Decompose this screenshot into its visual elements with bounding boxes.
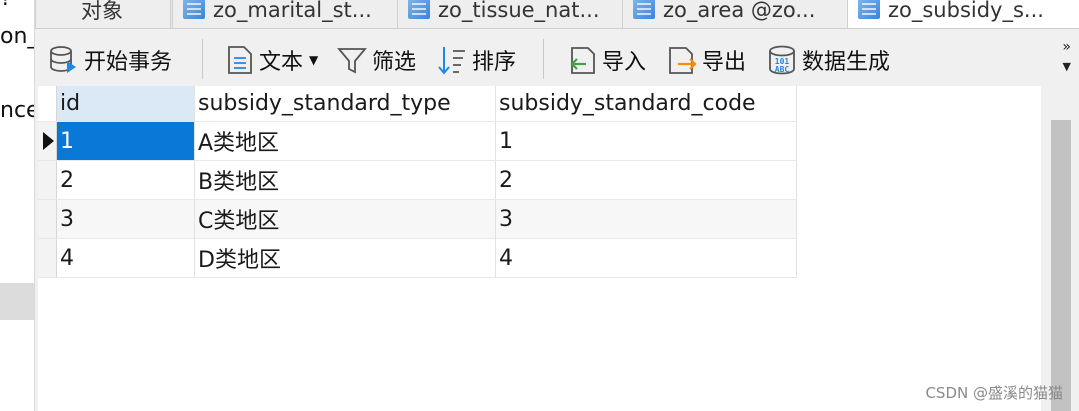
grid-cell[interactable]: 4: [495, 238, 797, 278]
column-header-subsidy-standard-type[interactable]: subsidy_standard_type: [194, 86, 496, 122]
editor-area: 对象 zo_marital_st... zo_tissue_nat... zo_…: [35, 0, 1079, 411]
scrollbar-thumb[interactable]: [1051, 120, 1071, 411]
import-label: 导入: [602, 50, 647, 75]
tab-objects[interactable]: 对象: [35, 0, 171, 28]
table-icon: [633, 0, 655, 19]
table-row[interactable]: 3 C类地区 3: [38, 199, 797, 239]
grid-cell[interactable]: 2: [495, 160, 797, 200]
row-indicator[interactable]: [38, 199, 57, 239]
export-button[interactable]: 导出: [666, 43, 746, 77]
export-label: 导出: [702, 50, 747, 75]
data-grid[interactable]: id subsidy_standard_type subsidy_standar…: [38, 86, 1041, 411]
grid-cell[interactable]: 3: [56, 199, 195, 239]
tree-selected-item[interactable]: [0, 283, 34, 320]
grid-cell[interactable]: C类地区: [194, 199, 496, 239]
filter-button[interactable]: 筛选: [336, 43, 416, 77]
tab-label: zo_subsidy_s...: [888, 0, 1044, 22]
import-button[interactable]: 导入: [566, 43, 646, 77]
document-icon: [228, 46, 252, 74]
grid-cell[interactable]: 1: [495, 121, 797, 161]
tab-zo-subsidy[interactable]: zo_subsidy_s...: [847, 0, 1079, 28]
grid-cell[interactable]: B类地区: [194, 160, 496, 200]
table-row[interactable]: 1 A类地区 1: [38, 121, 797, 161]
sort-label: 排序: [472, 50, 517, 75]
begin-transaction-button[interactable]: 开始事务: [48, 43, 172, 77]
table-icon: [858, 0, 880, 19]
caret-down-icon[interactable]: ▼: [309, 53, 318, 67]
tab-zo-tissue[interactable]: zo_tissue_nat...: [397, 0, 623, 28]
import-icon: [570, 47, 595, 74]
begin-transaction-label: 开始事务: [84, 50, 173, 75]
table-row[interactable]: 2 B类地区 2: [38, 160, 797, 200]
watermark: CSDN @盛溪的猫猫: [925, 384, 1063, 402]
tab-bar: 对象 zo_marital_st... zo_tissue_nat... zo_…: [35, 0, 1079, 29]
text-view-button[interactable]: 文本 ▼: [225, 43, 318, 77]
tab-label: zo_tissue_nat...: [438, 0, 600, 22]
grid-cell[interactable]: A类地区: [194, 121, 496, 161]
tab-label: zo_area @zo...: [663, 0, 816, 22]
object-tree-panel[interactable]: ? on_s nce_: [0, 0, 35, 411]
sort-button[interactable]: 排序: [436, 43, 516, 77]
tab-label: zo_marital_st...: [213, 0, 372, 22]
generate-data-button[interactable]: 101 ABC 数据生成: [766, 43, 890, 77]
double-chevron-right-icon[interactable]: »: [1062, 37, 1071, 57]
vertical-scrollbar[interactable]: [1044, 86, 1079, 411]
sort-icon: [438, 47, 465, 75]
grid-cell[interactable]: 4: [56, 238, 195, 278]
grid-cell[interactable]: D类地区: [194, 238, 496, 278]
row-indicator[interactable]: [38, 121, 57, 161]
tree-item[interactable]: ?: [0, 0, 12, 11]
generate-data-label: 数据生成: [802, 50, 891, 75]
column-header-id[interactable]: id: [56, 86, 195, 122]
toolbar-overflow[interactable]: » ▼: [1062, 37, 1071, 77]
row-indicator[interactable]: [38, 160, 57, 200]
toolbar-divider: [543, 39, 544, 79]
toolbar-divider: [202, 39, 203, 79]
current-row-arrow-icon: [43, 132, 54, 150]
table-row[interactable]: 4 D类地区 4: [38, 238, 797, 278]
row-indicator[interactable]: [38, 238, 57, 278]
grid-cell[interactable]: 3: [495, 199, 797, 239]
header-row: id subsidy_standard_type subsidy_standar…: [38, 86, 797, 122]
database-icon: [50, 46, 76, 73]
caret-down-icon[interactable]: ▼: [1062, 57, 1071, 77]
column-header-subsidy-standard-code[interactable]: subsidy_standard_code: [495, 86, 797, 122]
grid-cell-selected[interactable]: 1: [56, 121, 195, 161]
tree-item[interactable]: nce_: [0, 98, 34, 123]
tab-label: 对象: [81, 0, 123, 23]
data-generator-icon: 101 ABC: [769, 45, 795, 75]
export-icon: [669, 47, 697, 74]
tree-item[interactable]: on_s: [0, 24, 34, 49]
svg-text:ABC: ABC: [775, 65, 790, 74]
filter-label: 筛选: [372, 50, 417, 75]
row-indicator-header[interactable]: [38, 86, 57, 122]
toolbar: 开始事务 文本 ▼ 筛选 排序 导入 导出 101 ABC 数据生成 » ▼: [35, 29, 1079, 86]
table-icon: [408, 0, 430, 19]
filter-icon: [337, 48, 367, 74]
grid-cell[interactable]: 2: [56, 160, 195, 200]
table-icon: [183, 0, 205, 19]
tab-zo-area[interactable]: zo_area @zo...: [622, 0, 848, 28]
tab-zo-marital[interactable]: zo_marital_st...: [172, 0, 398, 28]
text-view-label: 文本: [259, 50, 304, 75]
